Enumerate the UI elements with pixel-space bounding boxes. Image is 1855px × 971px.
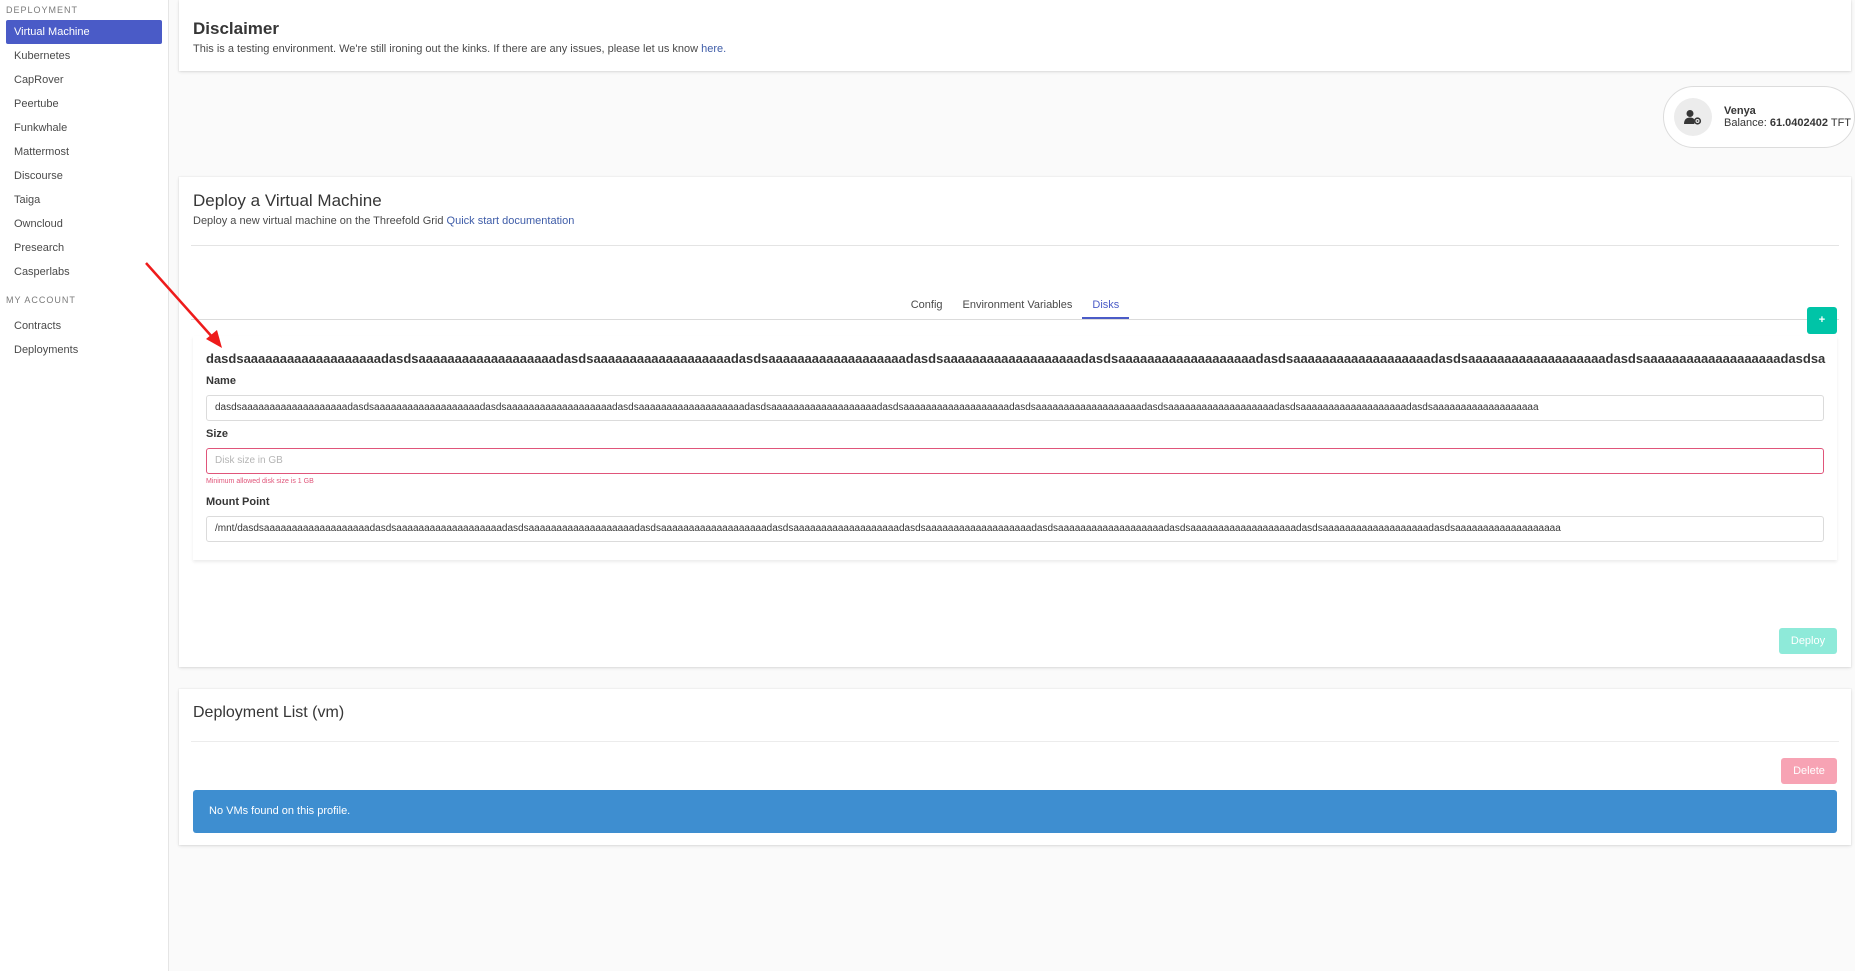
sidebar-item-caprover[interactable]: CapRover [6,68,162,92]
deploy-title: Deploy a Virtual Machine [193,191,382,210]
sidebar-item-kubernetes[interactable]: Kubernetes [6,44,162,68]
quick-start-doc-link[interactable]: Quick start documentation [447,215,575,227]
deployment-list-title: Deployment List (vm) [193,704,345,721]
sidebar-item-taiga[interactable]: Taiga [6,188,162,212]
sidebar-item-casperlabs[interactable]: Casperlabs [6,260,162,284]
sidebar-item-contracts[interactable]: Contracts [6,314,162,338]
sidebar-item-peertube[interactable]: Peertube [6,92,162,116]
size-label: Size [206,428,229,440]
deploy-subtitle: Deploy a new virtual machine on the Thre… [193,215,447,227]
sidebar-item-virtual-machine[interactable]: Virtual Machine [6,20,162,44]
sidebar-item-owncloud[interactable]: Owncloud [6,212,162,236]
size-input[interactable]: Disk size in GB [206,448,1824,474]
empty-notification: No VMs found on this profile. [193,790,1837,833]
sidebar-item-presearch[interactable]: Presearch [6,236,162,260]
add-disk-button[interactable]: + [1807,307,1837,334]
deployment-menu-label: DEPLOYMENT [6,5,79,15]
sidebar: DEPLOYMENT Virtual Machine Kubernetes Ca… [0,0,169,971]
user-gear-icon [1684,110,1702,125]
tab-disks[interactable]: Disks [1082,292,1130,319]
profile-info: Venya Balance: 61.0402402 TFT [1724,105,1851,129]
mount-point-input[interactable]: /mnt/dasdsaaaaaaaaaaaaaaaaaaadasdsaaaaaa… [206,516,1824,542]
sidebar-item-deployments[interactable]: Deployments [6,338,162,362]
disclaimer-text-row: This is a testing environment. We're sti… [193,43,726,55]
tab-environment-variables[interactable]: Environment Variables [953,292,1083,319]
balance-unit: TFT [1828,117,1852,129]
balance-label: Balance: [1724,117,1770,129]
name-label: Name [206,375,236,387]
mount-point-label: Mount Point [206,496,270,508]
disk-heading: dasdsaaaaaaaaaaaaaaaaaaadasdsaaaaaaaaaaa… [206,351,1826,366]
disclaimer-here-link[interactable]: here. [701,43,726,55]
profile-name: Venya [1724,105,1756,117]
sidebar-item-funkwhale[interactable]: Funkwhale [6,116,162,140]
deploy-tabs: Config Environment Variables Disks [191,292,1839,320]
profile-badge[interactable]: Venya Balance: 61.0402402 TFT [1663,86,1855,148]
profile-balance: Balance: 61.0402402 TFT [1724,117,1851,129]
avatar [1674,98,1712,136]
disclaimer-card: Disclaimer This is a testing environment… [179,0,1851,71]
annotation-arrow-icon [145,262,222,348]
name-input[interactable]: dasdsaaaaaaaaaaaaaaaaaaadasdsaaaaaaaaaaa… [206,395,1824,421]
divider [191,245,1839,246]
sidebar-item-mattermost[interactable]: Mattermost [6,140,162,164]
deployment-list-card: Deployment List (vm) Delete No VMs found… [179,689,1851,845]
empty-message: No VMs found on this profile. [209,805,351,817]
balance-value: 61.0402402 [1769,117,1828,129]
disclaimer-text: This is a testing environment. We're sti… [193,43,702,55]
tab-config[interactable]: Config [901,292,953,319]
list-divider [191,741,1839,742]
size-error-message: Minimum allowed disk size is 1 GB [206,478,314,485]
delete-button[interactable]: Delete [1781,758,1837,784]
disclaimer-title: Disclaimer [193,19,279,38]
sidebar-item-discourse[interactable]: Discourse [6,164,162,188]
deploy-button[interactable]: Deploy [1779,628,1837,654]
deploy-subtitle-row: Deploy a new virtual machine on the Thre… [193,215,574,227]
